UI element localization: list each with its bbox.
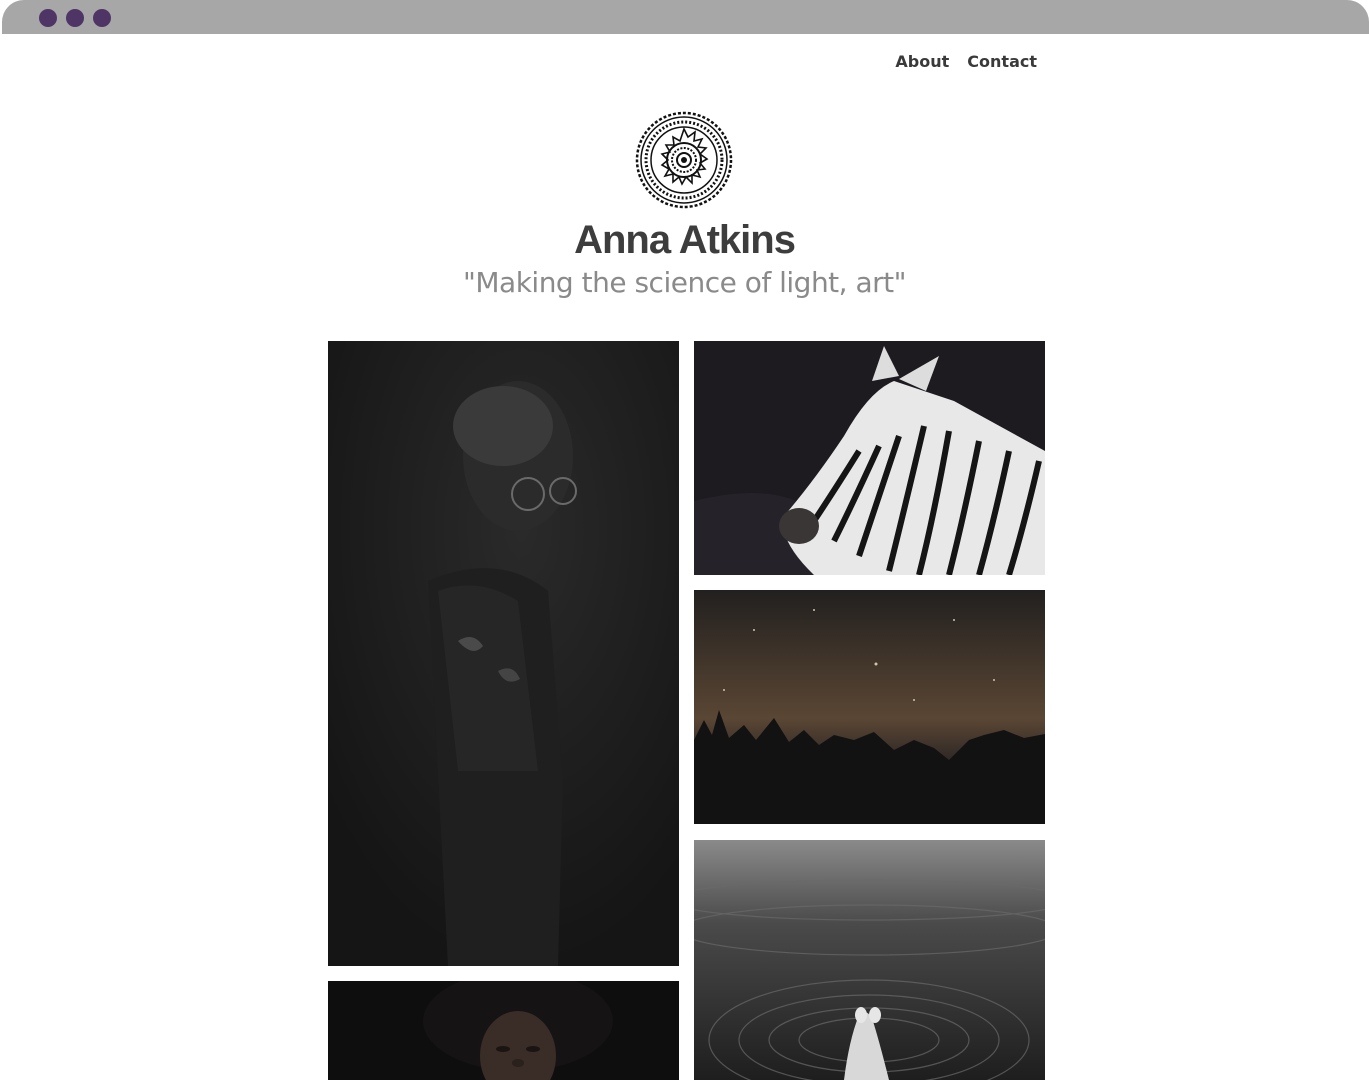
- window-dot-icon[interactable]: [66, 9, 84, 27]
- nav-link-contact[interactable]: Contact: [967, 52, 1037, 71]
- gallery-photo-water[interactable]: [694, 840, 1045, 1080]
- nav-link-about[interactable]: About: [895, 52, 949, 71]
- window-dot-icon[interactable]: [93, 9, 111, 27]
- top-nav: About Contact: [895, 52, 1037, 71]
- site-tagline: "Making the science of light, art": [463, 266, 907, 299]
- window-dot-icon[interactable]: [39, 9, 57, 27]
- mandala-icon: [634, 110, 734, 210]
- gallery-photo-woman-portrait[interactable]: [328, 981, 679, 1080]
- gallery-photo-night-sky[interactable]: [694, 590, 1045, 824]
- gallery-photo-zebra[interactable]: [694, 341, 1045, 575]
- browser-titlebar: [2, 0, 1369, 34]
- gallery-photo-portrait[interactable]: [328, 341, 679, 966]
- site-title: Anna Atkins: [574, 218, 796, 262]
